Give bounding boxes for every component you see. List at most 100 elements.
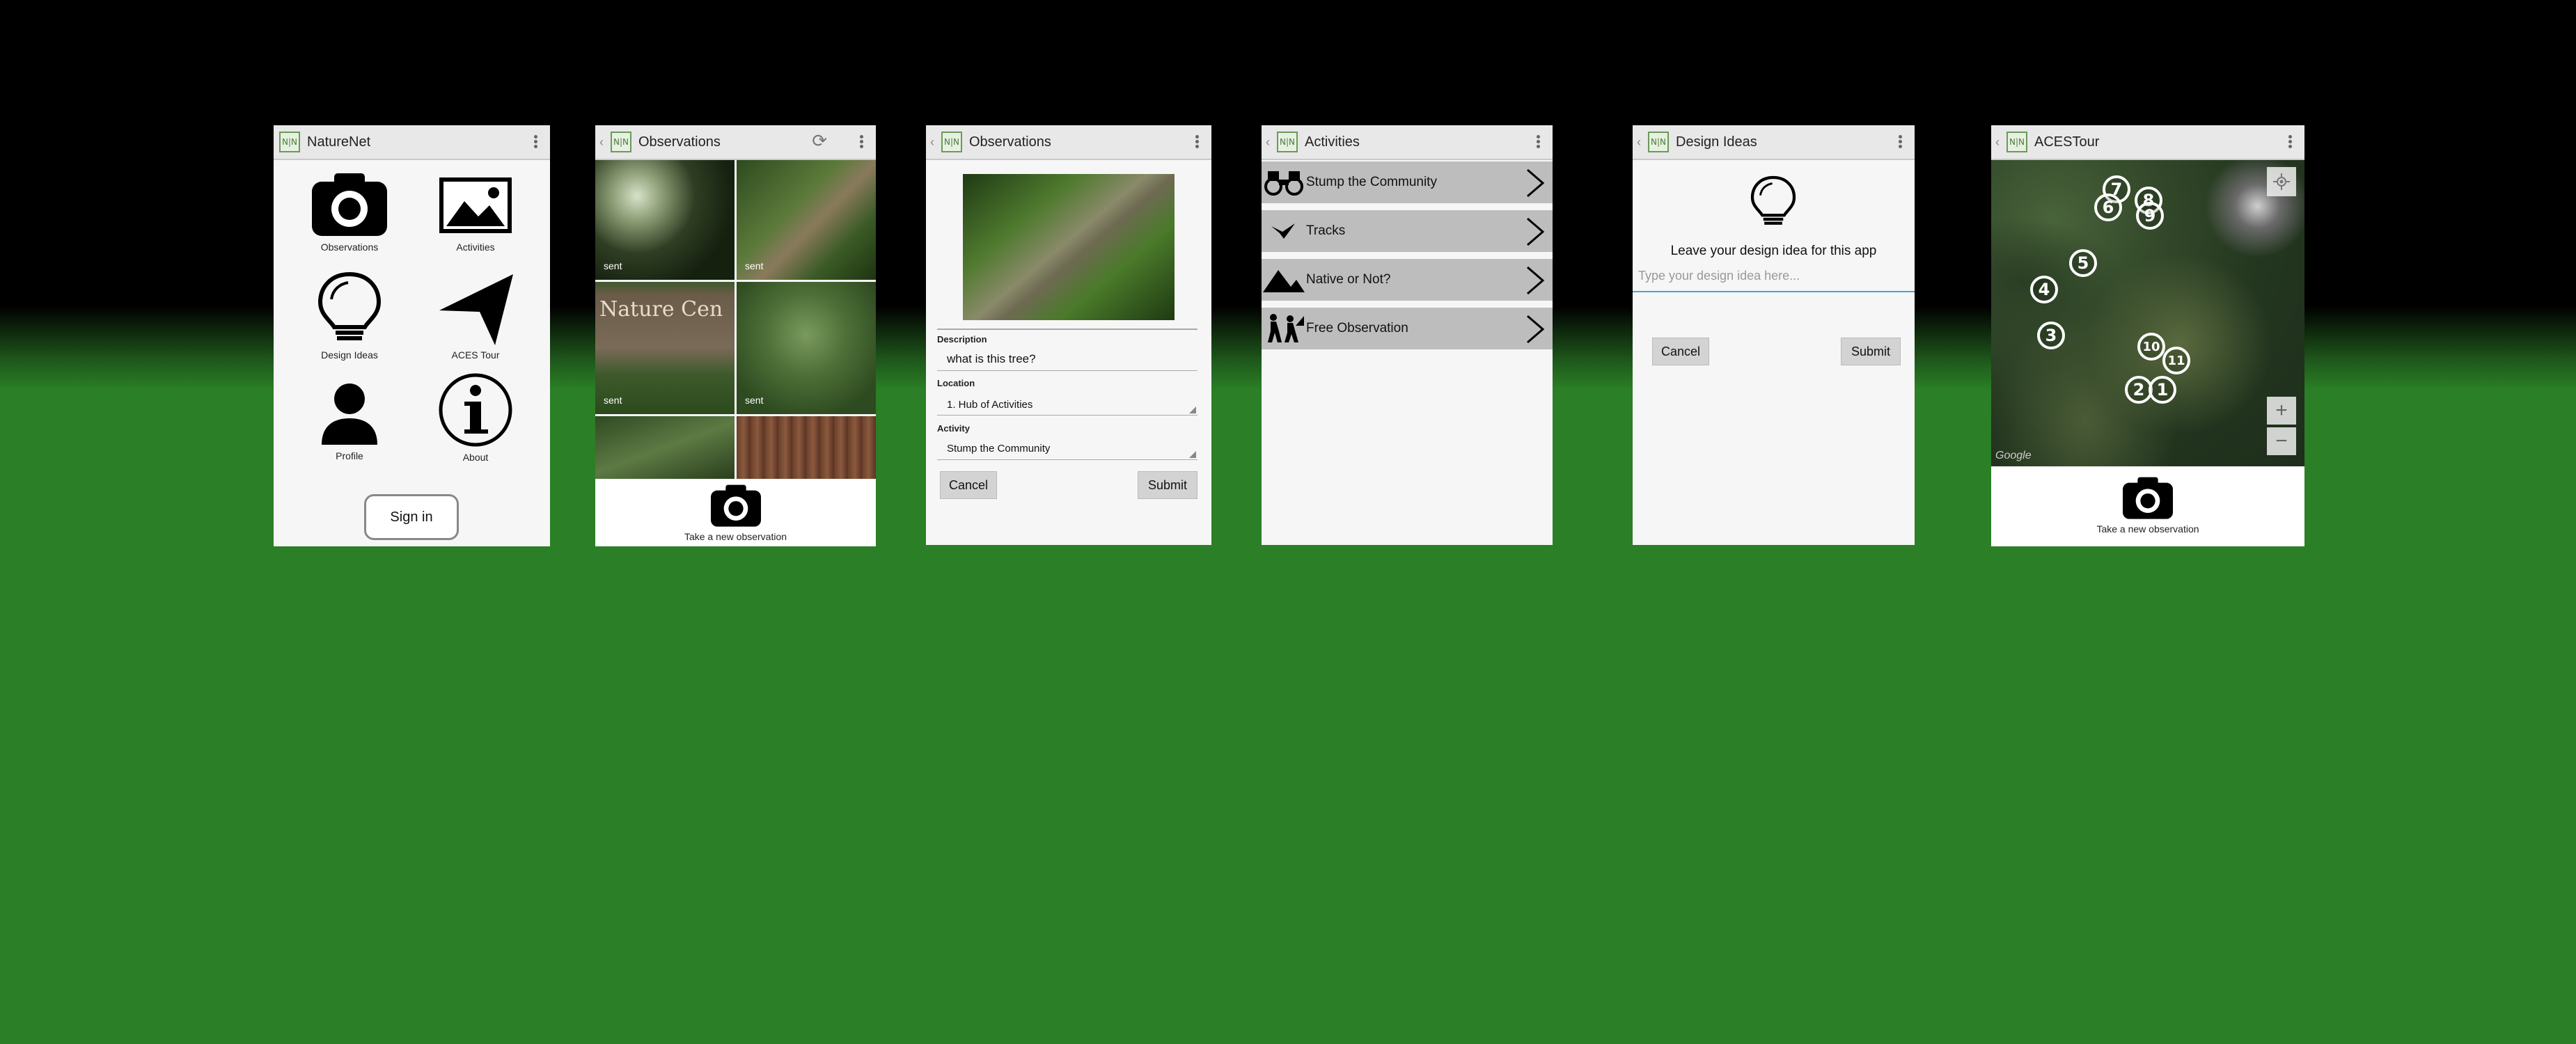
tour-marker-1[interactable]: 1 bbox=[2149, 376, 2176, 404]
activity-item-label: Free Observation bbox=[1306, 321, 1408, 335]
app-logo-icon[interactable]: N|N bbox=[279, 132, 300, 152]
tour-marker-4[interactable]: 4 bbox=[2030, 276, 2058, 303]
overflow-menu-icon[interactable] bbox=[2288, 135, 2292, 149]
overflow-menu-icon[interactable] bbox=[1899, 135, 1902, 149]
activity-item-label: Native or Not? bbox=[1306, 272, 1391, 287]
action-bar-title: Activities bbox=[1305, 134, 1360, 150]
location-dropdown-arrow-icon[interactable] bbox=[1189, 406, 1196, 413]
activity-label: Activity bbox=[937, 423, 970, 434]
submit-button[interactable]: Submit bbox=[1138, 471, 1197, 499]
location-dropdown[interactable]: 1. Hub of Activities bbox=[947, 399, 1032, 411]
tour-marker-9[interactable]: 9 bbox=[2136, 202, 2164, 230]
back-icon[interactable]: ‹ bbox=[1995, 135, 2001, 150]
back-icon[interactable]: ‹ bbox=[1266, 135, 1271, 150]
design-idea-input[interactable]: Type your design idea here... bbox=[1633, 263, 1915, 292]
action-bar-title: Observations bbox=[969, 134, 1051, 150]
description-label: Description bbox=[937, 334, 987, 345]
overflow-menu-icon[interactable] bbox=[1195, 135, 1199, 149]
app-logo-icon[interactable]: N|N bbox=[2006, 132, 2027, 152]
tile-observations[interactable]: Observations bbox=[294, 171, 405, 253]
back-icon[interactable]: ‹ bbox=[599, 135, 605, 150]
zoom-out-button[interactable]: − bbox=[2267, 427, 2296, 455]
camera-icon bbox=[312, 173, 387, 236]
tour-marker-3[interactable]: 3 bbox=[2037, 322, 2065, 349]
tile-about[interactable]: About bbox=[420, 372, 531, 463]
activity-dropdown-arrow-icon[interactable] bbox=[1189, 451, 1196, 458]
activity-item-native-or-not[interactable]: Native or Not? bbox=[1262, 259, 1553, 301]
tile-aces-tour[interactable]: ACES Tour bbox=[420, 271, 531, 361]
lightbulb-icon bbox=[317, 271, 382, 340]
camera-caption: Take a new observation bbox=[2096, 523, 2199, 535]
submit-button[interactable]: Submit bbox=[1841, 338, 1901, 365]
tile-activities[interactable]: Activities bbox=[420, 171, 531, 253]
back-icon[interactable]: ‹ bbox=[1637, 135, 1642, 150]
activity-item-free-observation[interactable]: Free Observation bbox=[1262, 308, 1553, 349]
tour-marker-5[interactable]: 5 bbox=[2069, 249, 2097, 277]
chevron-right-icon bbox=[1527, 315, 1545, 344]
tile-label: About bbox=[462, 452, 489, 463]
chevron-right-icon bbox=[1527, 266, 1545, 295]
action-bar-title: Design Ideas bbox=[1676, 134, 1757, 150]
sent-status-label: sent bbox=[604, 395, 622, 406]
observation-thumbnail[interactable]: sent bbox=[737, 160, 876, 280]
overflow-menu-icon[interactable] bbox=[860, 135, 863, 149]
binoculars-icon bbox=[1262, 161, 1306, 203]
tile-design-ideas[interactable]: Design Ideas bbox=[294, 271, 405, 361]
refresh-icon[interactable]: ⟳ bbox=[812, 131, 827, 152]
nature-center-sign: Nature Cen bbox=[599, 297, 723, 322]
tile-label: Activities bbox=[456, 242, 495, 253]
tour-marker-10[interactable]: 10 bbox=[2137, 333, 2165, 361]
observations-grid-screen: ‹ N|N Observations ⟳ sent sent Nature Ce… bbox=[595, 125, 876, 546]
tour-marker-6[interactable]: 6 bbox=[2094, 193, 2122, 221]
description-field[interactable]: what is this tree? bbox=[947, 352, 1036, 366]
location-underline bbox=[937, 415, 1197, 416]
action-bar: ‹ N|N Observations ⟳ bbox=[595, 125, 876, 160]
app-logo-icon[interactable]: N|N bbox=[941, 132, 962, 152]
design-idea-prompt: Leave your design idea for this app bbox=[1670, 244, 1877, 258]
satellite-map[interactable]: 7 8 6 9 5 4 3 10 11 2 1 + − Google bbox=[1991, 160, 2304, 466]
cancel-button[interactable]: Cancel bbox=[940, 471, 997, 499]
activities-screen: ‹ N|N Activities Stump the Community Tra… bbox=[1262, 125, 1553, 545]
navigation-arrow-icon bbox=[439, 274, 513, 345]
image-icon bbox=[439, 177, 512, 233]
observation-thumbnail[interactable]: sent bbox=[595, 160, 735, 280]
tour-marker-11[interactable]: 11 bbox=[2162, 347, 2190, 374]
back-icon[interactable]: ‹ bbox=[930, 135, 936, 150]
observation-thumbnail[interactable]: Nature Cen sent bbox=[595, 282, 735, 414]
observation-form-screen: ‹ N|N Observations Description what is t… bbox=[926, 125, 1211, 545]
action-bar: ‹ N|N Design Ideas bbox=[1633, 125, 1915, 160]
map-attribution: Google bbox=[1995, 450, 2032, 461]
sent-status-label: sent bbox=[604, 260, 622, 271]
tile-label: Observations bbox=[320, 242, 379, 253]
observation-thumbnail[interactable] bbox=[595, 416, 735, 479]
observation-thumbnail[interactable] bbox=[737, 416, 876, 479]
overflow-menu-icon[interactable] bbox=[1537, 135, 1540, 149]
new-observation-bar[interactable]: Take a new observation bbox=[595, 479, 876, 546]
camera-icon bbox=[710, 484, 761, 527]
tile-profile[interactable]: Profile bbox=[294, 379, 405, 461]
new-observation-bar[interactable]: Take a new observation bbox=[1991, 468, 2304, 546]
sent-status-label: sent bbox=[745, 395, 764, 406]
activity-dropdown[interactable]: Stump the Community bbox=[947, 443, 1050, 454]
overflow-menu-icon[interactable] bbox=[534, 135, 537, 149]
action-bar: ‹ N|N Activities bbox=[1262, 125, 1553, 160]
app-logo-icon[interactable]: N|N bbox=[1648, 132, 1669, 152]
home-screen: N|N NatureNet Observations Activities De… bbox=[274, 125, 550, 546]
tile-label: ACES Tour bbox=[451, 349, 500, 361]
activity-item-tracks[interactable]: Tracks bbox=[1262, 210, 1553, 252]
design-ideas-screen: ‹ N|N Design Ideas Leave your design ide… bbox=[1633, 125, 1915, 545]
location-label: Location bbox=[937, 378, 975, 388]
action-bar-title: Observations bbox=[638, 134, 721, 150]
my-location-icon[interactable] bbox=[2267, 167, 2296, 196]
sent-status-label: sent bbox=[745, 260, 764, 271]
cancel-button[interactable]: Cancel bbox=[1652, 338, 1709, 365]
activity-item-stump-the-community[interactable]: Stump the Community bbox=[1262, 161, 1553, 203]
observation-thumbnail[interactable]: sent bbox=[737, 282, 876, 414]
zoom-in-button[interactable]: + bbox=[2267, 397, 2296, 425]
person-icon bbox=[322, 383, 377, 445]
sign-in-button[interactable]: Sign in bbox=[364, 494, 459, 540]
activity-underline bbox=[937, 459, 1197, 460]
app-logo-icon[interactable]: N|N bbox=[1277, 132, 1298, 152]
app-logo-icon[interactable]: N|N bbox=[611, 132, 631, 152]
divider bbox=[937, 329, 1197, 330]
